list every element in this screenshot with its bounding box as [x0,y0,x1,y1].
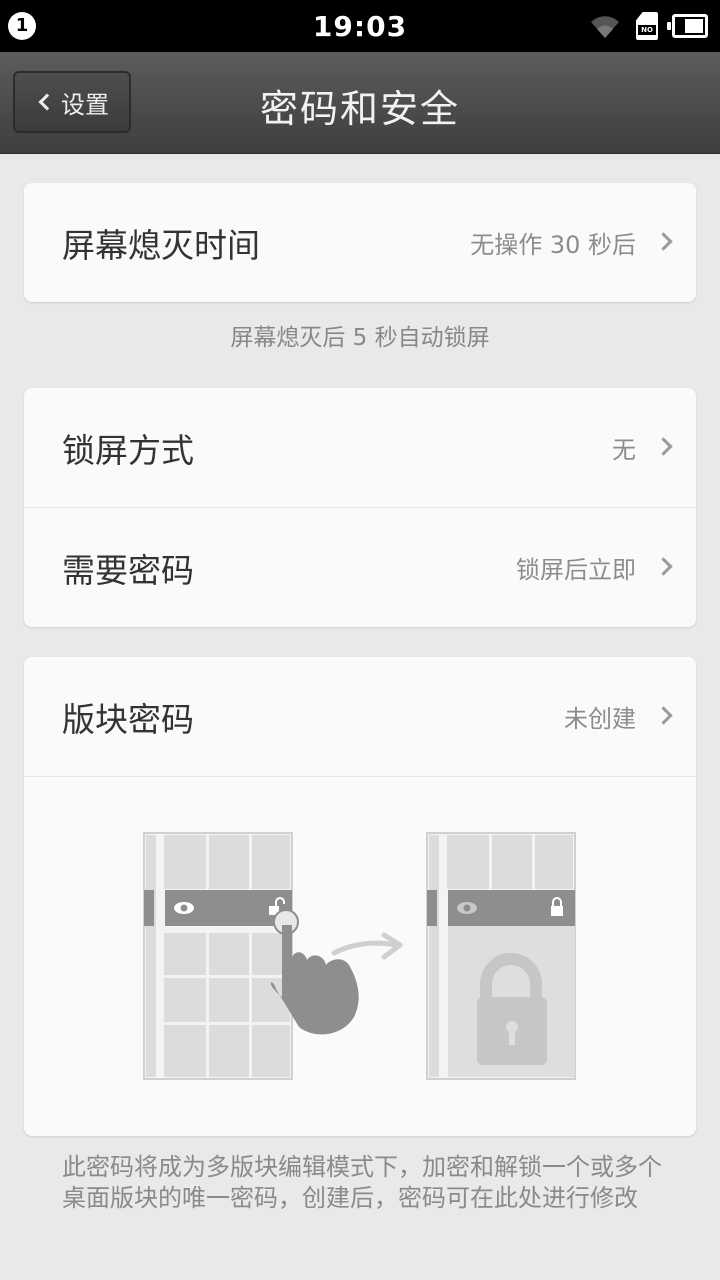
panel-lock-illustration [143,832,576,1080]
eye-icon [457,902,477,914]
panel-password-description: 此密码将成为多版块编辑模式下，加密和解锁一个或多个桌面版块的唯一密码，创建后，密… [62,1153,662,1212]
chevron-right-icon [654,557,673,576]
require-password-label: 需要密码 [62,550,194,590]
screen-timeout-value: 无操作 30 秒后 [470,231,636,259]
panel-password-value: 未创建 [564,705,636,733]
panel-password-row[interactable]: 版块密码 未创建 [24,657,696,776]
status-bar: 1 19:03 NO [0,0,720,52]
page-title: 密码和安全 [259,87,460,131]
chevron-right-icon [654,706,673,725]
battery-icon [667,14,708,38]
arrow-right-icon [331,932,403,960]
wifi-icon [591,16,619,38]
panel-password-label: 版块密码 [62,699,194,739]
nav-bar: 设置 密码和安全 [0,52,720,154]
panel-password-card: 版块密码 未创建 [24,657,696,1136]
screen-timeout-hint: 屏幕熄灭后 5 秒自动锁屏 [230,325,490,351]
chevron-right-icon [654,437,673,456]
screen-timeout-row[interactable]: 屏幕熄灭时间 无操作 30 秒后 [24,183,696,302]
screen-timeout-label: 屏幕熄灭时间 [62,225,260,265]
lock-method-label: 锁屏方式 [62,430,194,470]
require-password-row[interactable]: 需要密码 锁屏后立即 [24,508,696,627]
lock-settings-card: 锁屏方式 无 需要密码 锁屏后立即 [24,388,696,627]
require-password-value: 锁屏后立即 [516,556,636,584]
lock-method-value: 无 [612,436,636,464]
unlocked-panel-illustration [143,832,359,1080]
eye-icon [174,902,194,914]
chevron-right-icon [654,232,673,251]
lock-method-row[interactable]: 锁屏方式 无 [24,388,696,507]
locked-panel-illustration [426,832,576,1080]
screen-timeout-card: 屏幕熄灭时间 无操作 30 秒后 [24,183,696,302]
